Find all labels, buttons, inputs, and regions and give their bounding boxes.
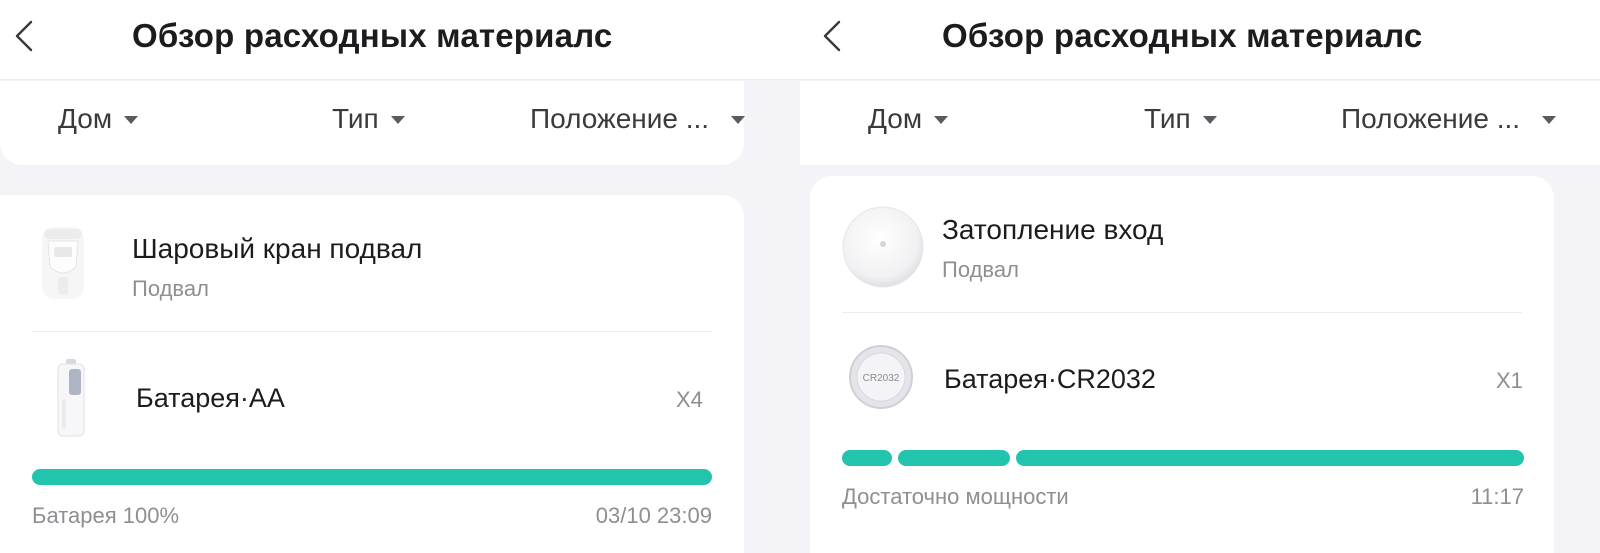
battery-level-segment xyxy=(842,450,892,466)
device-name: Затопление вход xyxy=(942,214,1164,245)
chevron-left-icon xyxy=(15,20,33,52)
filter-home[interactable]: Дом xyxy=(868,99,949,139)
battery-level-segment xyxy=(898,450,1010,466)
battery-level-segment xyxy=(1016,450,1524,466)
update-timestamp: 03/10 23:09 xyxy=(595,503,712,528)
consumable-card[interactable]: Шаровый кран подвал Подвал Батарея·AA X4… xyxy=(0,195,744,553)
battery-count: X4 xyxy=(676,387,703,412)
caret-down-icon xyxy=(1542,116,1557,124)
caret-down-icon xyxy=(731,116,746,124)
battery-name: Батарея·AA xyxy=(136,383,285,413)
battery-status: Батарея 100% xyxy=(32,503,180,528)
filter-home[interactable]: Дом xyxy=(58,99,139,139)
battery-count: X1 xyxy=(1496,368,1523,393)
battery-level-bar xyxy=(32,469,712,485)
divider xyxy=(32,331,712,332)
screen-left: Обзор расходных материалс Дом Тип Положе… xyxy=(0,0,800,553)
flood-sensor-image xyxy=(842,206,924,288)
back-button[interactable] xyxy=(812,14,852,58)
caret-down-icon xyxy=(934,116,949,124)
chevron-left-icon xyxy=(823,20,841,52)
back-button[interactable] xyxy=(4,14,44,58)
caret-down-icon xyxy=(124,116,139,124)
filter-position-label: Положение ... xyxy=(530,103,710,134)
device-location: Подвал xyxy=(132,276,209,301)
valve-device-image xyxy=(42,227,84,299)
filter-bar: Дом Тип Положение ... xyxy=(0,81,746,165)
battery-status: Достаточно мощности xyxy=(842,484,1069,509)
filter-position-label: Положение ... xyxy=(1341,103,1521,134)
filter-position[interactable]: Положение ... xyxy=(1341,99,1557,139)
filter-home-label: Дом xyxy=(868,103,923,134)
page-title: Обзор расходных материалс xyxy=(942,17,1423,54)
battery-level-fill xyxy=(32,469,712,485)
filter-type-label: Тип xyxy=(332,103,379,134)
caret-down-icon xyxy=(390,116,405,124)
coin-battery-image: CR2032 xyxy=(849,345,913,409)
consumable-card[interactable]: Затопление вход Подвал CR2032 Батарея·CR… xyxy=(810,176,1554,553)
filter-bar: Дом Тип Положение ... xyxy=(800,81,1600,165)
filter-type[interactable]: Тип xyxy=(332,99,405,139)
filter-position[interactable]: Положение ... xyxy=(530,99,746,139)
update-timestamp: 11:17 xyxy=(1470,484,1524,509)
battery-name: Батарея·CR2032 xyxy=(944,364,1156,394)
device-location: Подвал xyxy=(942,257,1019,282)
divider xyxy=(842,312,1522,313)
coin-battery-label: CR2032 xyxy=(863,373,900,384)
aa-battery-image xyxy=(57,359,85,437)
caret-down-icon xyxy=(1202,116,1217,124)
filter-home-label: Дом xyxy=(58,103,113,134)
page-title: Обзор расходных материалс xyxy=(132,17,613,54)
filter-type-label: Тип xyxy=(1144,103,1191,134)
battery-level-bar xyxy=(842,450,1524,466)
header-bar: Обзор расходных материалс xyxy=(800,0,1600,80)
filter-type[interactable]: Тип xyxy=(1144,99,1217,139)
header-bar: Обзор расходных материалс xyxy=(0,0,800,80)
screen-right: Обзор расходных материалс Дом Тип Положе… xyxy=(800,0,1600,553)
device-name: Шаровый кран подвал xyxy=(132,233,423,264)
